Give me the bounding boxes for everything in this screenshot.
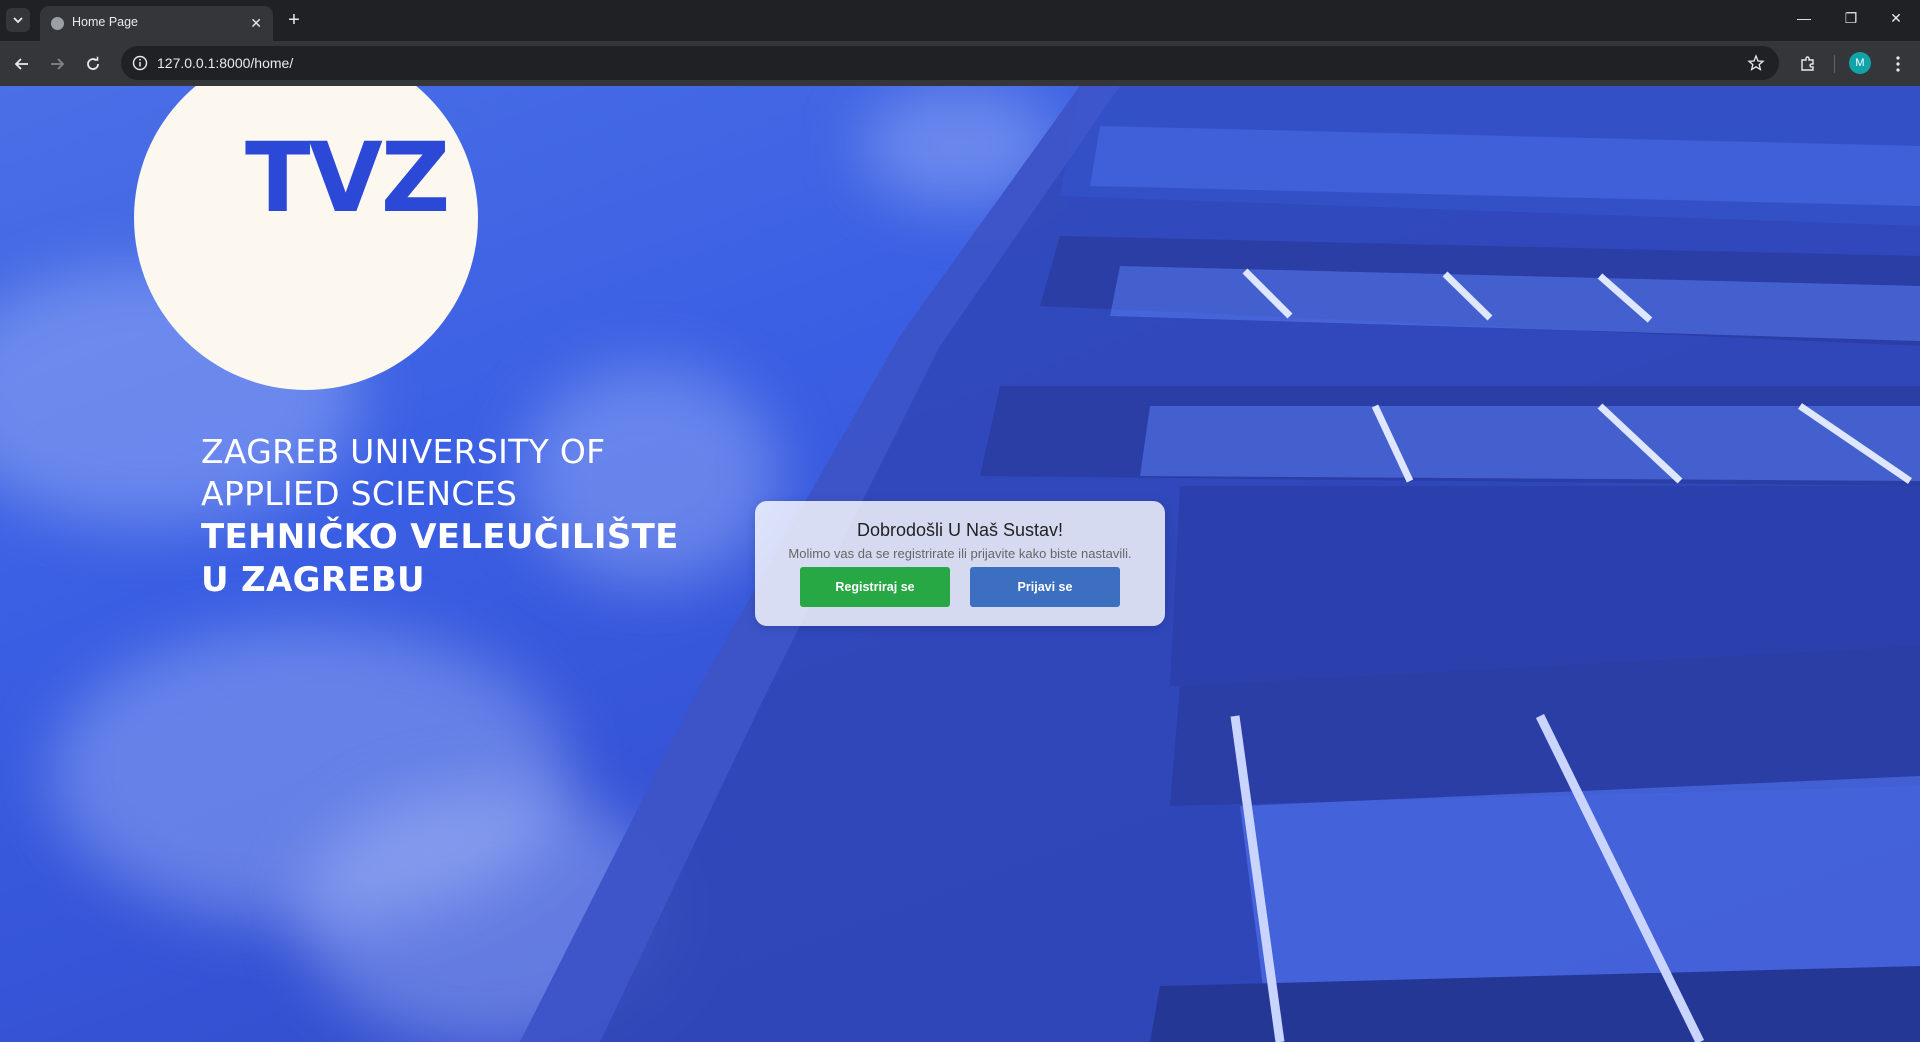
window-close-button[interactable]: ✕ [1886,10,1906,27]
welcome-title: Dobrodošli U Naš Sustav! [856,520,1064,540]
info-icon[interactable] [131,54,149,72]
kebab-menu-icon [1896,56,1900,72]
puzzle-icon [1801,56,1814,71]
forward-button[interactable] [46,53,68,75]
globe-icon [51,17,64,30]
university-name-line-2: APPLIED SCIENCES [201,474,518,513]
university-name-line-3: TEHNIČKO VELEUČILIŠTE [201,517,679,557]
tab-close-button[interactable]: ✕ [250,15,262,31]
restore-button[interactable]: ❐ [1841,10,1861,27]
arrow-left-icon [14,58,28,70]
chevron-down-icon [13,17,23,24]
url-text[interactable]: 127.0.0.1:8000/home/ [157,55,293,71]
extensions-button[interactable] [1797,53,1819,75]
arrow-right-icon [51,58,65,70]
reload-button[interactable] [82,53,104,75]
page-viewport: TVZ ZAGREB UNIVERSITY OF APPLIED SCIENCE… [0,86,1920,1042]
browser-toolbar: 127.0.0.1:8000/home/ M [0,41,1920,86]
menu-button[interactable] [1887,53,1909,75]
star-icon[interactable] [1747,54,1765,72]
university-name-line-4: U ZAGREBU [201,560,425,600]
register-button[interactable]: Registriraj se [800,567,950,607]
profile-avatar[interactable]: M [1849,52,1871,74]
tab-search-button[interactable] [6,8,30,32]
new-tab-button[interactable]: + [282,9,306,31]
toolbar-divider [1834,55,1835,73]
reload-icon [87,56,99,70]
browser-tab[interactable]: Home Page ✕ [40,6,273,41]
welcome-subtitle: Molimo vas da se registrirate ili prijav… [788,546,1132,561]
university-name-line-1: ZAGREB UNIVERSITY OF [201,432,606,471]
login-button[interactable]: Prijavi se [970,567,1120,607]
back-button[interactable] [11,53,33,75]
welcome-card: Dobrodošli U Naš Sustav! Molimo vas da s… [755,501,1165,626]
browser-tabstrip: Home Page ✕ + — ❐ ✕ [0,0,1920,41]
logo-text: TVZ [245,122,450,234]
address-bar[interactable]: 127.0.0.1:8000/home/ [121,46,1779,80]
minimize-button[interactable]: — [1794,10,1814,26]
tab-title: Home Page [72,15,139,29]
